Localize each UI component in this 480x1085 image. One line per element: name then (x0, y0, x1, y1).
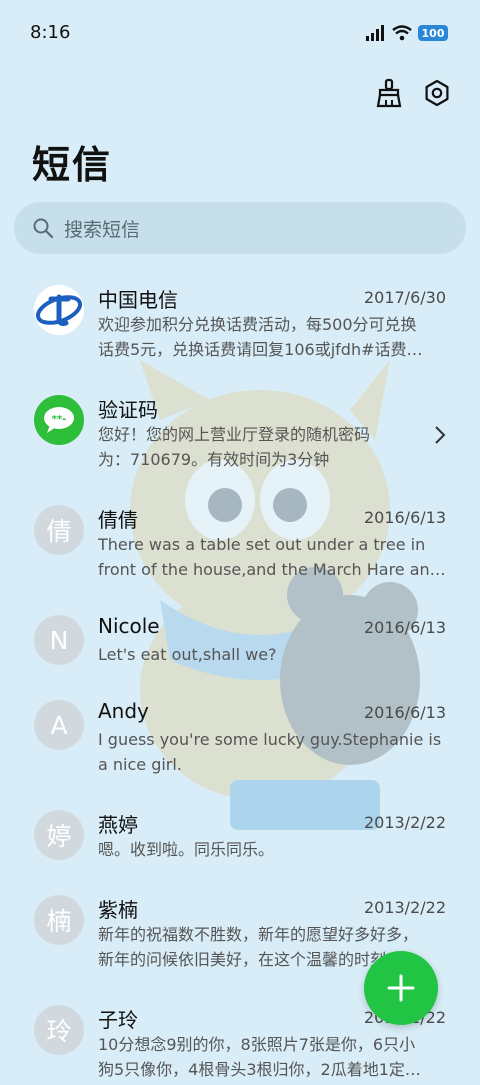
preview-line: 嗯。收到啦。同乐同乐。 (98, 840, 275, 859)
china-telecom-logo-icon (34, 285, 84, 335)
broom-icon[interactable] (374, 78, 404, 108)
message-bubble-icon: **- (34, 395, 84, 445)
conversation-item[interactable]: 婷 燕婷 2013/2/22 嗯。收到啦。同乐同乐。 (0, 800, 480, 885)
avatar: 楠 (34, 895, 84, 945)
conversation-item[interactable]: 倩 倩倩 2016/6/13 There was a table set out… (0, 495, 480, 605)
conversation-preview: Let's eat out,shall we? (98, 642, 446, 667)
preview-line: 您好！您的网上营业厅登录的随机密码 (98, 425, 371, 444)
conversation-name: 紫楠 (98, 898, 138, 922)
conversation-name: Nicole (98, 614, 160, 638)
conversation-preview: I guess you're some lucky guy.Stephanie … (98, 727, 446, 777)
conversation-preview: There was a table set out under a tree i… (98, 532, 446, 582)
gear-icon[interactable] (422, 78, 452, 108)
page-title: 短信 (32, 143, 113, 187)
avatar: 婷 (34, 810, 84, 860)
preview-line: Let's eat out,shall we? (98, 645, 277, 664)
preview-line: I guess you're some lucky guy.Stephanie … (98, 730, 442, 749)
chevron-right-icon[interactable] (434, 425, 446, 445)
conversation-preview: 欢迎参加积分兑换话费活动，每500分可兑换 话费5元，兑换话费请回复106或jf… (98, 312, 446, 362)
conversation-date: 2017/6/30 (363, 288, 446, 307)
conversation-date: 2016/6/13 (363, 618, 446, 637)
preview-line: 10分想念9别的你，8张照片7张是你，6只小 (98, 1035, 416, 1054)
top-actions (374, 78, 452, 108)
conversation-item[interactable]: 中国电信 2017/6/30 欢迎参加积分兑换话费活动，每500分可兑换 话费5… (0, 275, 480, 385)
conversation-date: 2013/2/22 (363, 813, 446, 832)
avatar: N (34, 615, 84, 665)
preview-line: 话费5元，兑换话费请回复106或jfdh#话费… (98, 340, 423, 359)
preview-line: a nice girl. (98, 755, 182, 774)
battery-icon: 100 (418, 25, 448, 41)
preview-line: 新年的祝福数不胜数，新年的愿望好多好多， (98, 925, 419, 944)
conversation-date: 2016/6/13 (363, 508, 446, 527)
conversation-name: Andy (98, 699, 149, 723)
compose-button[interactable] (364, 951, 438, 1025)
signal-icon (366, 25, 384, 41)
conversation-name: 子玲 (98, 1008, 138, 1032)
conversation-preview: 您好！您的网上营业厅登录的随机密码 为：710679。有效时间为3分钟 (98, 422, 418, 472)
preview-line: 狗5只像你，4根骨头3根归你，2瓜着地1定… (98, 1060, 421, 1079)
svg-text:**-: **- (52, 414, 67, 425)
conversation-name: 验证码 (98, 398, 158, 422)
preview-line: 欢迎参加积分兑换话费活动，每500分可兑换 (98, 315, 417, 334)
avatar: 玲 (34, 1005, 84, 1055)
conversation-preview: 10分想念9别的你，8张照片7张是你，6只小 狗5只像你，4根骨头3根归你，2瓜… (98, 1032, 446, 1082)
conversation-item[interactable]: **- 验证码 您好！您的网上营业厅登录的随机密码 为：710679。有效时间为… (0, 385, 480, 495)
avatar: 倩 (34, 505, 84, 555)
conversation-name: 倩倩 (98, 508, 138, 532)
preview-line: 为：710679。有效时间为3分钟 (98, 450, 330, 469)
status-time: 8:16 (30, 22, 71, 43)
search-icon (32, 217, 54, 239)
plus-icon (387, 974, 415, 1002)
preview-line: front of the house,and the March Hare an… (98, 560, 446, 579)
search-placeholder: 搜索短信 (64, 218, 141, 241)
conversation-date: 2016/6/13 (363, 703, 446, 722)
battery-level: 100 (421, 26, 445, 40)
wifi-icon (392, 25, 412, 41)
status-bar: 8:16 100 (0, 0, 480, 68)
conversation-date: 2013/2/22 (363, 898, 446, 917)
conversation-preview: 嗯。收到啦。同乐同乐。 (98, 837, 446, 862)
search-bar[interactable]: 搜索短信 (14, 202, 466, 254)
conversation-item[interactable]: N Nicole 2016/6/13 Let's eat out,shall w… (0, 605, 480, 690)
status-icons: 100 (366, 22, 448, 44)
preview-line: There was a table set out under a tree i… (98, 535, 426, 554)
conversation-name: 中国电信 (98, 288, 178, 312)
conversation-name: 燕婷 (98, 813, 138, 837)
conversation-item[interactable]: A Andy 2016/6/13 I guess you're some luc… (0, 690, 480, 800)
avatar: A (34, 700, 84, 750)
